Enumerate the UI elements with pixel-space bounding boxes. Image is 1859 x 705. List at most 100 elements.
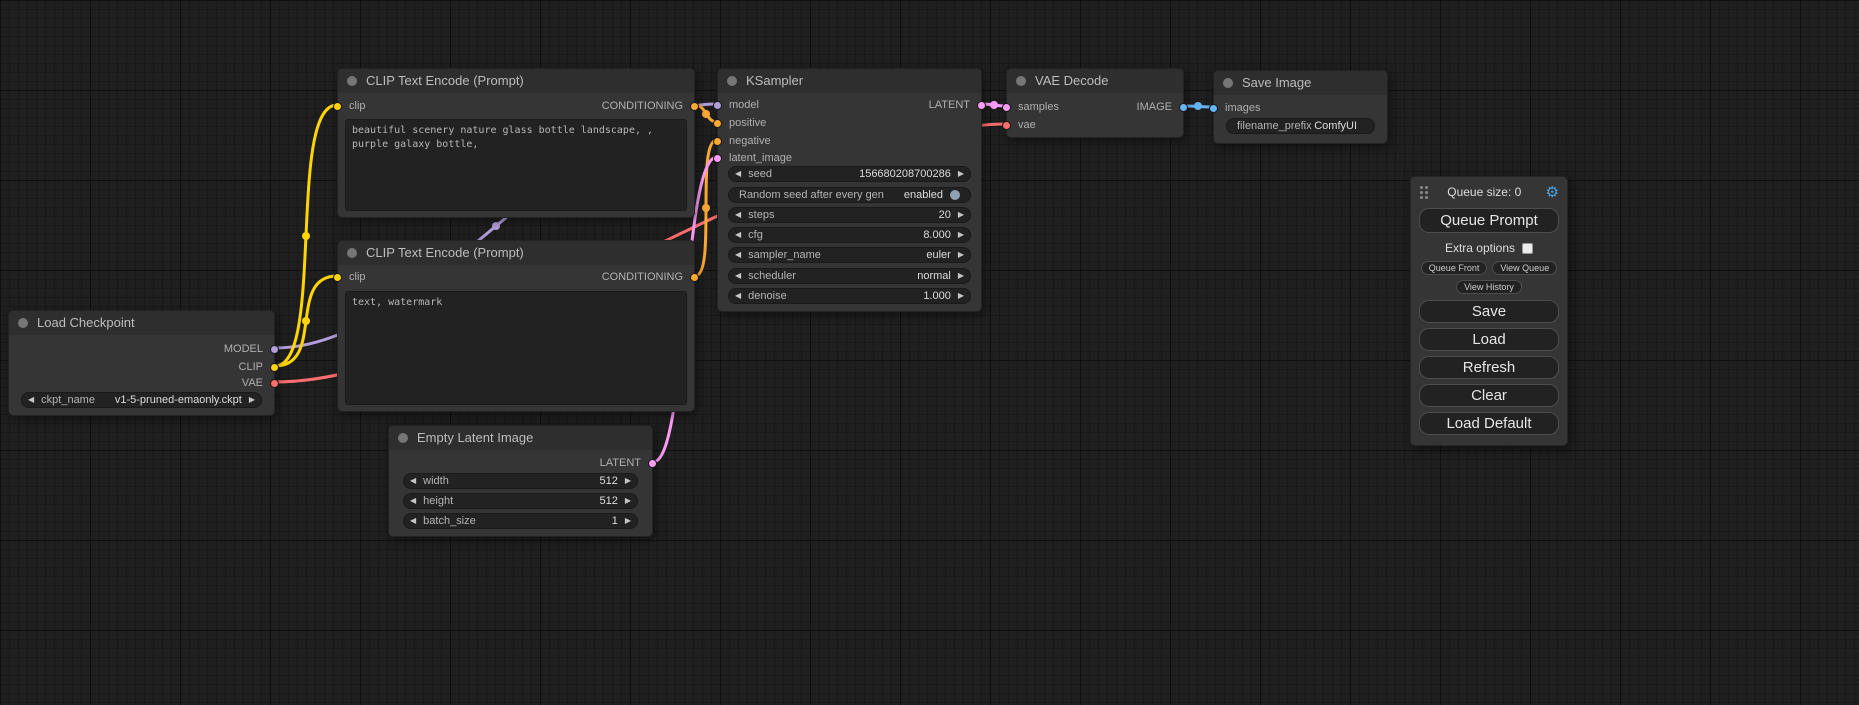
node-title-bar[interactable]: KSampler: [718, 69, 981, 93]
node-collapse-dot[interactable]: [18, 318, 28, 328]
decrement-arrow-icon[interactable]: ◀: [735, 272, 741, 280]
ckpt-name-widget[interactable]: ◀ ckpt_name v1-5-pruned-emaonly.ckpt ▶: [21, 392, 262, 408]
node-clip-text-encode-positive[interactable]: CLIP Text Encode (Prompt) clip CONDITION…: [337, 68, 695, 218]
node-title: Empty Latent Image: [417, 430, 533, 445]
increment-arrow-icon[interactable]: ▶: [958, 292, 964, 300]
decrement-arrow-icon[interactable]: ◀: [735, 251, 741, 259]
increment-arrow-icon[interactable]: ▶: [958, 211, 964, 219]
view-history-button[interactable]: View History: [1456, 280, 1522, 294]
decrement-arrow-icon[interactable]: ◀: [735, 211, 741, 219]
conditioning-port-dot[interactable]: [690, 273, 699, 282]
latent-port-dot[interactable]: [713, 154, 722, 163]
input-negative[interactable]: negative: [718, 133, 981, 149]
vae-port-dot[interactable]: [1002, 121, 1011, 130]
vae-port-dot[interactable]: [270, 379, 279, 388]
cfg-widget[interactable]: ◀ cfg 8.000 ▶: [728, 227, 971, 243]
queue-panel-header[interactable]: Queue size: 0 ⚙: [1419, 183, 1559, 201]
node-title-bar[interactable]: CLIP Text Encode (Prompt): [338, 69, 694, 93]
queue-prompt-button[interactable]: Queue Prompt: [1419, 208, 1559, 233]
increment-arrow-icon[interactable]: ▶: [625, 477, 631, 485]
decrement-arrow-icon[interactable]: ◀: [735, 170, 741, 178]
extra-options-checkbox[interactable]: [1522, 243, 1533, 254]
load-button[interactable]: Load: [1419, 328, 1559, 351]
node-empty-latent-image[interactable]: Empty Latent Image LATENT ◀ width 512 ▶ …: [388, 425, 653, 537]
node-collapse-dot[interactable]: [347, 248, 357, 258]
toggle-knob[interactable]: [950, 190, 960, 200]
increment-arrow-icon[interactable]: ▶: [625, 497, 631, 505]
increment-arrow-icon[interactable]: ▶: [958, 251, 964, 259]
node-collapse-dot[interactable]: [1016, 76, 1026, 86]
width-widget[interactable]: ◀ width 512 ▶: [403, 473, 638, 489]
conditioning-port-dot[interactable]: [713, 119, 722, 128]
decrement-arrow-icon[interactable]: ◀: [410, 477, 416, 485]
image-port-dot[interactable]: [1209, 104, 1218, 113]
prompt-textarea[interactable]: text, watermark: [345, 291, 687, 405]
increment-arrow-icon[interactable]: ▶: [625, 517, 631, 525]
node-vae-decode[interactable]: VAE Decode samples vae IMAGE: [1006, 68, 1184, 138]
prompt-textarea[interactable]: beautiful scenery nature glass bottle la…: [345, 119, 687, 211]
node-load-checkpoint[interactable]: Load Checkpoint MODEL CLIP VAE ◀ ckpt_na…: [8, 310, 275, 416]
output-model[interactable]: MODEL: [9, 341, 274, 357]
output-image[interactable]: IMAGE: [1007, 99, 1183, 115]
node-ksampler[interactable]: KSampler model positive negative latent_…: [717, 68, 982, 312]
node-clip-text-encode-negative[interactable]: CLIP Text Encode (Prompt) clip CONDITION…: [337, 240, 695, 412]
queue-panel[interactable]: Queue size: 0 ⚙ Queue Prompt Extra optio…: [1410, 176, 1568, 446]
decrement-arrow-icon[interactable]: ◀: [410, 497, 416, 505]
decrement-arrow-icon[interactable]: ◀: [410, 517, 416, 525]
save-button[interactable]: Save: [1419, 300, 1559, 323]
output-conditioning[interactable]: CONDITIONING: [338, 98, 694, 114]
batch-size-widget[interactable]: ◀ batch_size 1 ▶: [403, 513, 638, 529]
decrement-arrow-icon[interactable]: ◀: [28, 396, 34, 404]
node-title-bar[interactable]: Empty Latent Image: [389, 426, 652, 450]
node-title-bar[interactable]: Load Checkpoint: [9, 311, 274, 335]
seed-widget[interactable]: ◀ seed 156680208700286 ▶: [728, 166, 971, 182]
output-clip[interactable]: CLIP: [9, 359, 274, 375]
scheduler-widget[interactable]: ◀ scheduler normal ▶: [728, 268, 971, 284]
steps-widget[interactable]: ◀ steps 20 ▶: [728, 207, 971, 223]
conditioning-port-dot[interactable]: [690, 102, 699, 111]
decrement-arrow-icon[interactable]: ◀: [735, 231, 741, 239]
node-collapse-dot[interactable]: [1223, 78, 1233, 88]
refresh-button[interactable]: Refresh: [1419, 356, 1559, 379]
input-vae[interactable]: vae: [1007, 117, 1183, 133]
queue-front-button[interactable]: Queue Front: [1421, 261, 1488, 275]
output-latent[interactable]: LATENT: [389, 455, 652, 471]
node-save-image[interactable]: Save Image images filename_prefix ComfyU…: [1213, 70, 1388, 144]
clear-button[interactable]: Clear: [1419, 384, 1559, 407]
increment-arrow-icon[interactable]: ▶: [249, 396, 255, 404]
input-positive[interactable]: positive: [718, 115, 981, 131]
view-queue-button[interactable]: View Queue: [1492, 261, 1557, 275]
sampler-name-widget[interactable]: ◀ sampler_name euler ▶: [728, 247, 971, 263]
increment-arrow-icon[interactable]: ▶: [958, 272, 964, 280]
model-port-dot[interactable]: [270, 345, 279, 354]
latent-port-dot[interactable]: [648, 459, 657, 468]
node-collapse-dot[interactable]: [727, 76, 737, 86]
output-vae[interactable]: VAE: [9, 375, 274, 391]
output-conditioning[interactable]: CONDITIONING: [338, 269, 694, 285]
input-images[interactable]: images: [1214, 100, 1387, 116]
increment-arrow-icon[interactable]: ▶: [958, 170, 964, 178]
widget-label: sampler_name: [748, 249, 821, 261]
clip-port-dot[interactable]: [270, 363, 279, 372]
random-seed-toggle-widget[interactable]: Random seed after every gen enabled: [728, 187, 971, 203]
node-title-bar[interactable]: VAE Decode: [1007, 69, 1183, 93]
settings-gear-icon[interactable]: ⚙: [1546, 185, 1559, 200]
denoise-widget[interactable]: ◀ denoise 1.000 ▶: [728, 288, 971, 304]
latent-port-dot[interactable]: [977, 101, 986, 110]
node-title-bar[interactable]: CLIP Text Encode (Prompt): [338, 241, 694, 265]
conditioning-port-dot[interactable]: [713, 137, 722, 146]
input-latent-image[interactable]: latent_image: [718, 150, 981, 166]
height-widget[interactable]: ◀ height 512 ▶: [403, 493, 638, 509]
node-title-bar[interactable]: Save Image: [1214, 71, 1387, 95]
filename-prefix-widget[interactable]: filename_prefix ComfyUI: [1226, 118, 1375, 134]
load-default-button[interactable]: Load Default: [1419, 412, 1559, 435]
widget-value: 1: [612, 515, 618, 527]
increment-arrow-icon[interactable]: ▶: [958, 231, 964, 239]
node-graph-canvas[interactable]: Load Checkpoint MODEL CLIP VAE ◀ ckpt_na…: [0, 0, 1859, 705]
wire-midpoint-dot: [1194, 102, 1202, 110]
output-latent[interactable]: LATENT: [718, 97, 981, 113]
node-collapse-dot[interactable]: [398, 433, 408, 443]
image-port-dot[interactable]: [1179, 103, 1188, 112]
node-collapse-dot[interactable]: [347, 76, 357, 86]
decrement-arrow-icon[interactable]: ◀: [735, 292, 741, 300]
